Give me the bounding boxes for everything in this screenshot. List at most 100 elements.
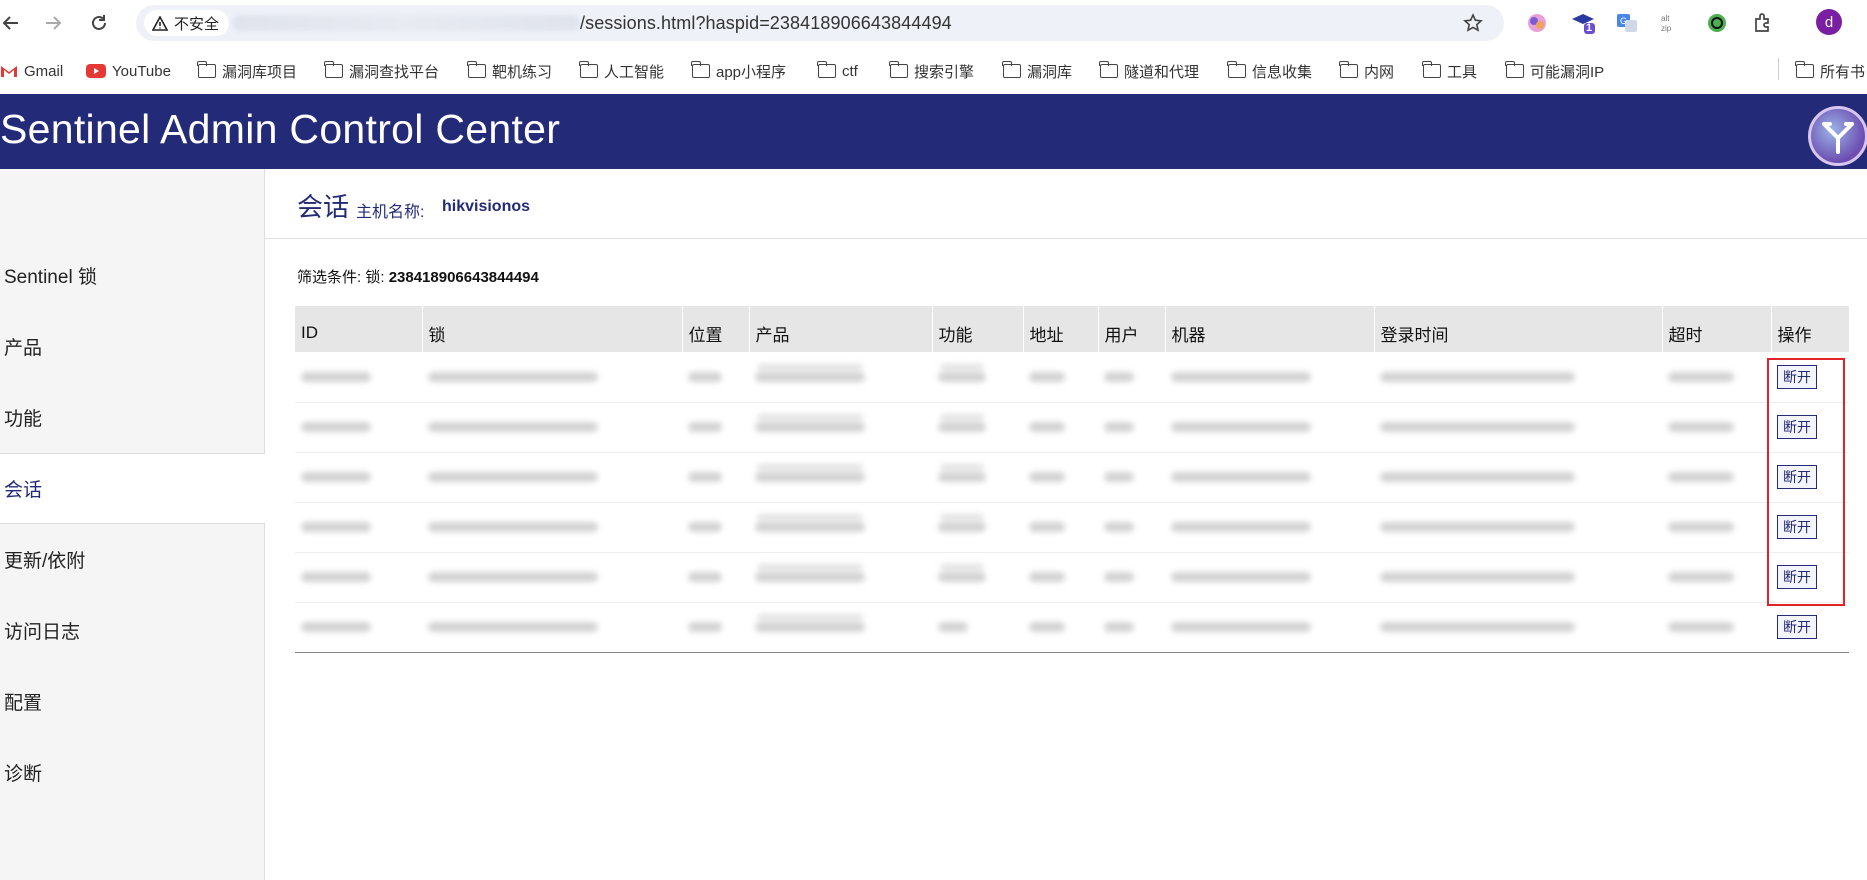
svg-text:alt: alt bbox=[1661, 14, 1670, 23]
disconnect-button[interactable]: 断开 bbox=[1777, 615, 1817, 639]
redacted-cell bbox=[301, 371, 371, 382]
folder-icon bbox=[1227, 61, 1246, 78]
column-header-address[interactable]: 地址 bbox=[1022, 306, 1098, 352]
reload-icon[interactable] bbox=[84, 8, 114, 38]
forward-icon[interactable] bbox=[38, 8, 68, 38]
folder-icon bbox=[1422, 61, 1441, 78]
sidebar-item-products[interactable]: 产品 bbox=[0, 311, 264, 382]
redacted-cell bbox=[938, 622, 968, 632]
bookmark-folder[interactable]: 漏洞库 bbox=[1002, 60, 1072, 82]
redacted-cell bbox=[1029, 572, 1065, 582]
bookmark-gmail[interactable]: Gmail bbox=[0, 60, 63, 82]
sidebar-item-sentinel-keys[interactable]: Sentinel 锁 bbox=[0, 240, 264, 311]
bookmark-folder[interactable]: ctf bbox=[817, 60, 858, 82]
sidebar-nav: Sentinel 锁 产品 功能 会话 更新/依附 访问日志 配置 诊断 bbox=[0, 169, 265, 880]
svg-text:G: G bbox=[1620, 16, 1627, 26]
column-header-user[interactable]: 用户 bbox=[1097, 306, 1165, 352]
column-header-key[interactable]: 锁 bbox=[421, 306, 682, 352]
bookmark-folder[interactable]: 搜索引擎 bbox=[889, 60, 974, 82]
redacted-cell bbox=[755, 422, 865, 432]
redacted-cell bbox=[688, 522, 722, 532]
redacted-cell bbox=[428, 572, 598, 582]
folder-icon bbox=[579, 61, 598, 78]
bookmark-folder[interactable]: 工具 bbox=[1422, 60, 1477, 82]
redacted-cell bbox=[1668, 472, 1734, 482]
address-bar[interactable]: 不安全 /sessions.html?haspid=23841890664384… bbox=[136, 5, 1504, 41]
redacted-cell bbox=[1029, 472, 1065, 482]
security-chip[interactable]: 不安全 bbox=[144, 10, 230, 36]
redacted-cell bbox=[1104, 572, 1134, 582]
table-row: 断开 bbox=[295, 402, 1849, 453]
disconnect-button[interactable]: 断开 bbox=[1777, 364, 1817, 389]
back-icon[interactable] bbox=[0, 8, 26, 38]
redacted-cell bbox=[1380, 522, 1575, 532]
redacted-cell bbox=[938, 472, 986, 482]
table-row: 断开 bbox=[295, 602, 1849, 653]
app-header: Sentinel Admin Control Center bbox=[0, 94, 1867, 169]
redacted-cell bbox=[1380, 422, 1575, 432]
redacted-cell bbox=[1171, 422, 1311, 432]
extensions-puzzle-icon[interactable] bbox=[1750, 10, 1776, 36]
sentinel-logo-icon bbox=[1808, 106, 1867, 166]
page-header: 会话 主机名称: hikvisionos bbox=[265, 169, 1867, 239]
sidebar-item-features[interactable]: 功能 bbox=[0, 382, 264, 453]
sessions-table: ID 锁 位置 产品 功能 地址 用户 机器 登录时间 超时 操作 断开 断开 … bbox=[295, 306, 1849, 653]
bookmark-all-folder[interactable]: 所有书 bbox=[1795, 60, 1865, 82]
bookmark-folder[interactable]: 可能漏洞IP bbox=[1505, 60, 1604, 82]
url-text[interactable]: /sessions.html?haspid=238418906643844494 bbox=[580, 13, 952, 34]
redacted-cell bbox=[1029, 522, 1065, 532]
disconnect-button[interactable]: 断开 bbox=[1777, 415, 1817, 439]
column-header-product[interactable]: 产品 bbox=[748, 306, 932, 352]
sidebar-item-updates[interactable]: 更新/依附 bbox=[0, 524, 264, 595]
redacted-cell bbox=[428, 472, 598, 482]
bookmark-youtube[interactable]: YouTube bbox=[86, 60, 171, 82]
table-row: 断开 bbox=[295, 352, 1849, 403]
bookmark-folder[interactable]: 信息收集 bbox=[1227, 60, 1312, 82]
column-header-machine[interactable]: 机器 bbox=[1164, 306, 1374, 352]
ai-brain-extension-icon[interactable] bbox=[1524, 10, 1550, 36]
folder-icon bbox=[691, 61, 710, 78]
url-redacted bbox=[232, 15, 580, 31]
translate-extension-icon[interactable]: G bbox=[1614, 10, 1640, 36]
redacted-cell bbox=[1380, 622, 1575, 632]
bookmark-star-icon[interactable] bbox=[1462, 12, 1484, 34]
redacted-cell bbox=[1171, 472, 1311, 482]
column-header-location[interactable]: 位置 bbox=[681, 306, 749, 352]
column-header-feature[interactable]: 功能 bbox=[931, 306, 1023, 352]
gmail-icon bbox=[1, 66, 17, 77]
disconnect-button[interactable]: 断开 bbox=[1777, 515, 1817, 539]
redacted-cell bbox=[1104, 472, 1134, 482]
redacted-cell bbox=[938, 371, 986, 382]
disconnect-button[interactable]: 断开 bbox=[1777, 565, 1817, 589]
redacted-cell bbox=[1668, 422, 1734, 432]
redacted-cell bbox=[688, 472, 722, 482]
graduation-extension-icon[interactable]: 1 bbox=[1570, 10, 1596, 36]
sidebar-item-diagnostics[interactable]: 诊断 bbox=[0, 737, 264, 808]
redacted-cell bbox=[1380, 472, 1575, 482]
column-header-login-time[interactable]: 登录时间 bbox=[1373, 306, 1662, 352]
column-header-timeout[interactable]: 超时 bbox=[1661, 306, 1771, 352]
sidebar-item-configuration[interactable]: 配置 bbox=[0, 666, 264, 737]
host-label: 主机名称: bbox=[356, 204, 425, 221]
extension-badge: 1 bbox=[1586, 22, 1593, 34]
bookmark-folder[interactable]: 人工智能 bbox=[579, 60, 664, 82]
column-header-id[interactable]: ID bbox=[295, 306, 422, 352]
redacted-cell bbox=[755, 472, 865, 482]
disconnect-button[interactable]: 断开 bbox=[1777, 465, 1817, 489]
bookmark-folder[interactable]: 漏洞库项目 bbox=[197, 60, 297, 82]
sidebar-item-sessions[interactable]: 会话 bbox=[0, 453, 265, 524]
zip-extension-icon[interactable]: alt zip bbox=[1658, 10, 1684, 36]
bookmark-folder[interactable]: 靶机练习 bbox=[467, 60, 552, 82]
bookmark-folder[interactable]: app小程序 bbox=[691, 60, 786, 82]
svg-text:zip: zip bbox=[1661, 24, 1672, 33]
proxy-extension-icon[interactable] bbox=[1704, 10, 1730, 36]
redacted-cell bbox=[301, 522, 371, 532]
bookmark-folder[interactable]: 隧道和代理 bbox=[1099, 60, 1199, 82]
redacted-cell bbox=[301, 422, 371, 432]
redacted-cell bbox=[428, 622, 598, 632]
bookmark-folder[interactable]: 漏洞查找平台 bbox=[324, 60, 439, 82]
sidebar-item-access-log[interactable]: 访问日志 bbox=[0, 595, 264, 666]
profile-avatar[interactable]: d bbox=[1816, 9, 1842, 35]
redacted-cell bbox=[755, 522, 865, 532]
bookmark-folder[interactable]: 内网 bbox=[1339, 60, 1394, 82]
